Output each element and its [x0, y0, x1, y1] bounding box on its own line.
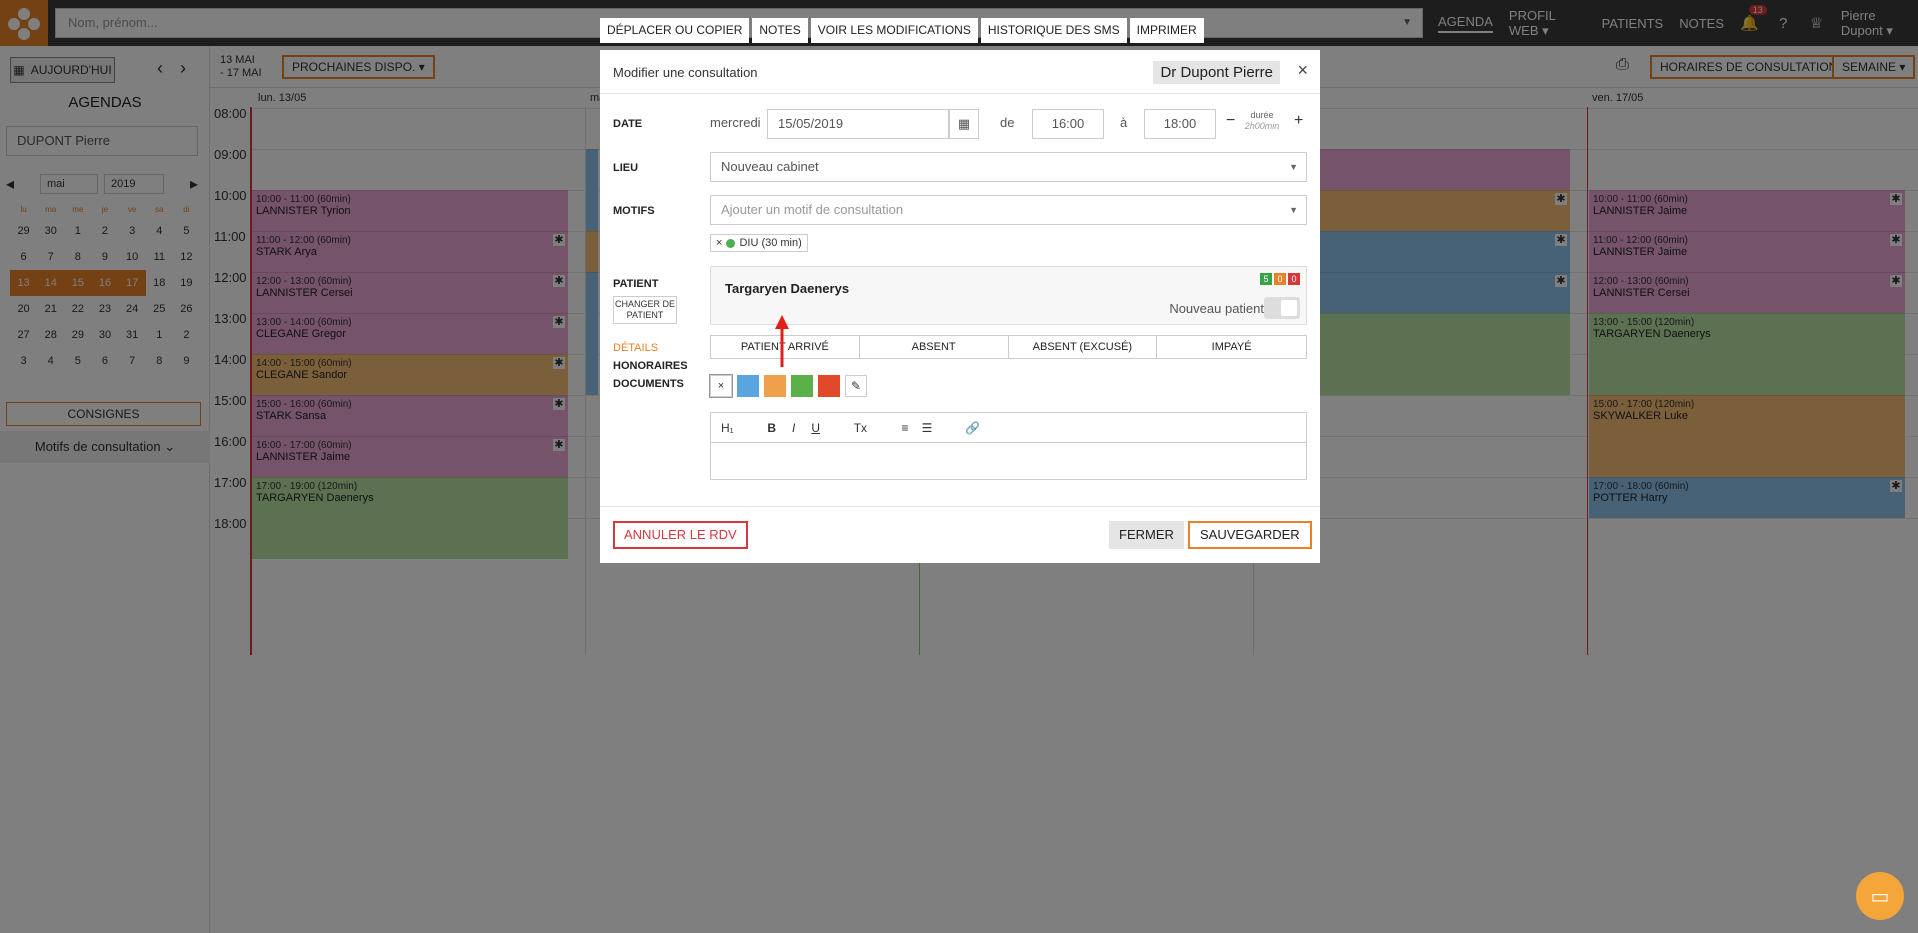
duration-display: durée 2h00min: [1240, 110, 1284, 132]
motif-tag: × DIU (30 min): [710, 234, 808, 252]
motifs-label: MOTIFS: [613, 205, 655, 217]
arrow-head: [775, 315, 789, 329]
status-buttons: PATIENT ARRIVÉ ABSENT ABSENT (EXCUSÉ) IM…: [710, 335, 1307, 359]
lieu-label: LIEU: [613, 162, 639, 174]
status-unpaid-button[interactable]: IMPAYÉ: [1157, 336, 1306, 358]
tab-honoraires[interactable]: HONORAIRES: [613, 360, 688, 372]
calendar-icon[interactable]: ▦: [949, 109, 979, 139]
editor-body[interactable]: [711, 443, 1306, 479]
tab-documents[interactable]: DOCUMENTS: [613, 378, 684, 390]
clear-format-icon[interactable]: Tx: [854, 421, 867, 435]
end-time-value: 18:00: [1163, 116, 1197, 131]
close-icon[interactable]: ×: [1297, 60, 1308, 81]
date-input[interactable]: 15/05/2019: [767, 109, 949, 139]
change-patient-button[interactable]: CHANGER DE PATIENT: [613, 296, 677, 324]
duration-value: 2h00min: [1244, 121, 1280, 131]
heading-icon[interactable]: H₁: [721, 421, 734, 435]
divider: [600, 506, 1320, 507]
color-swatch-blue[interactable]: [737, 375, 759, 397]
custom-color-icon[interactable]: ✎: [845, 375, 867, 397]
status-excused-button[interactable]: ABSENT (EXCUSÉ): [1009, 336, 1158, 358]
start-time-input[interactable]: 16:00: [1032, 109, 1104, 139]
color-swatch-red[interactable]: [818, 375, 840, 397]
modal-toolbar: DÉPLACER OU COPIER NOTES VOIR LES MODIFI…: [600, 18, 1204, 43]
color-picker: × ✎: [710, 375, 867, 397]
color-swatch-orange[interactable]: [764, 375, 786, 397]
plus-icon[interactable]: +: [1294, 112, 1303, 130]
bold-icon[interactable]: B: [766, 421, 778, 435]
chat-button[interactable]: ▭: [1856, 872, 1904, 920]
counter-green: 5: [1260, 273, 1272, 285]
close-button[interactable]: FERMER: [1109, 521, 1184, 549]
motif-tag-label: DIU (30 min): [739, 237, 802, 249]
bullet-list-icon[interactable]: ☰: [921, 421, 933, 435]
cancel-appointment-button[interactable]: ANNULER LE RDV: [613, 521, 748, 549]
duration-label: durée: [1250, 110, 1274, 120]
patient-name[interactable]: Targaryen Daenerys: [725, 281, 849, 296]
to-label: à: [1120, 115, 1128, 130]
notes-button[interactable]: NOTES: [752, 18, 808, 43]
no-color-swatch[interactable]: ×: [710, 375, 732, 397]
view-changes-button[interactable]: VOIR LES MODIFICATIONS: [810, 18, 978, 43]
new-patient-toggle[interactable]: [1264, 297, 1300, 319]
link-icon[interactable]: 🔗: [965, 421, 980, 435]
weekday-text: mercredi: [710, 115, 761, 130]
minus-icon[interactable]: −: [1226, 112, 1235, 130]
italic-icon[interactable]: I: [788, 421, 800, 435]
sms-history-button[interactable]: HISTORIQUE DES SMS: [980, 18, 1127, 43]
color-swatch-green[interactable]: [791, 375, 813, 397]
remove-tag-icon[interactable]: ×: [716, 235, 722, 251]
date-value: 15/05/2019: [778, 116, 844, 131]
motif-color-dot: [726, 238, 736, 248]
chat-icon: ▭: [1870, 885, 1890, 908]
print-button[interactable]: IMPRIMER: [1129, 18, 1204, 43]
start-time-value: 16:00: [1051, 116, 1085, 131]
editor-toolbar: H₁ B I U Tx ≡ ☰ 🔗: [711, 413, 1306, 443]
date-label: DATE: [613, 118, 643, 130]
caret-down-icon: ▼: [1289, 205, 1298, 215]
status-absent-button[interactable]: ABSENT: [860, 336, 1009, 358]
lieu-value: Nouveau cabinet: [721, 159, 819, 174]
caret-down-icon: ▼: [1289, 162, 1298, 172]
modal-title: Modifier une consultation: [613, 65, 758, 80]
from-label: de: [1000, 115, 1015, 130]
motifs-placeholder: Ajouter un motif de consultation: [721, 202, 904, 217]
ordered-list-icon[interactable]: ≡: [899, 421, 911, 435]
counter-red: 0: [1288, 273, 1300, 285]
doctor-badge: Dr Dupont Pierre: [1153, 61, 1280, 84]
notes-editor: H₁ B I U Tx ≡ ☰ 🔗: [710, 412, 1307, 480]
patient-card: Targaryen Daenerys 5 0 0 Nouveau patient: [710, 266, 1307, 325]
counter-orange: 0: [1274, 273, 1286, 285]
move-copy-button[interactable]: DÉPLACER OU COPIER: [600, 18, 750, 43]
edit-consultation-modal: Modifier une consultation Dr Dupont Pier…: [600, 50, 1320, 563]
lieu-select[interactable]: Nouveau cabinet ▼: [710, 152, 1307, 182]
patient-counters: 5 0 0: [1260, 273, 1300, 285]
save-button[interactable]: SAUVEGARDER: [1188, 521, 1312, 549]
tab-details[interactable]: DÉTAILS: [613, 342, 658, 354]
patient-label: PATIENT: [613, 278, 659, 290]
new-patient-label: Nouveau patient: [1169, 301, 1264, 316]
motifs-select[interactable]: Ajouter un motif de consultation ▼: [710, 195, 1307, 225]
divider: [600, 93, 1320, 94]
end-time-input[interactable]: 18:00: [1144, 109, 1216, 139]
annotation-arrow: [775, 315, 789, 367]
underline-icon[interactable]: U: [810, 421, 822, 435]
